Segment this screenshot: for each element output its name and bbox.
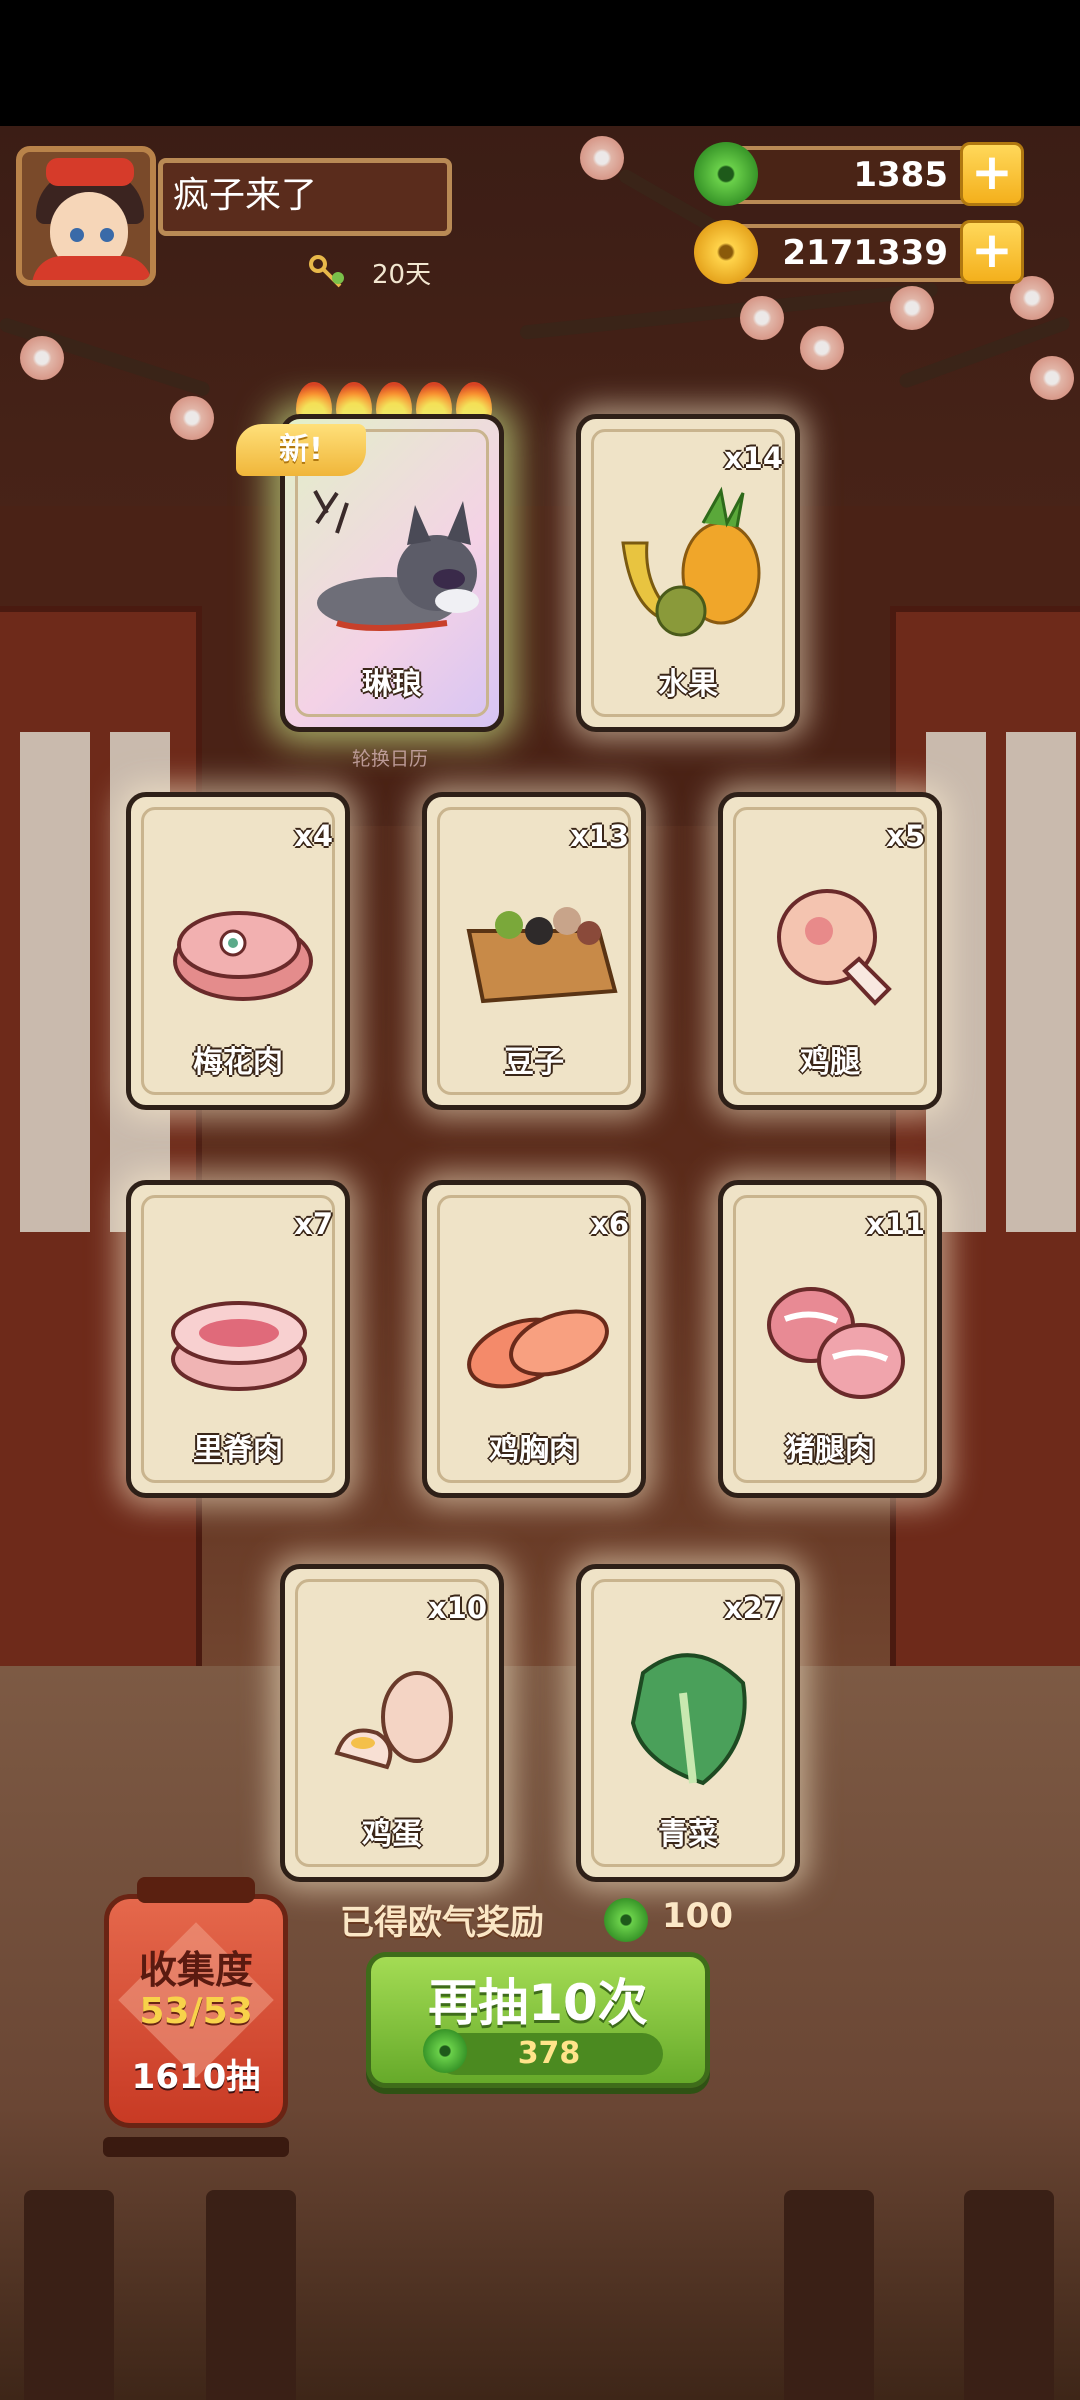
draw-cost: 378 [435, 2033, 663, 2075]
pork-shoulder-icon [173, 911, 313, 1001]
drumstick-icon [777, 889, 892, 1006]
card-chicken-breast[interactable]: x6 鸡胸肉 [422, 1180, 646, 1498]
card-count: x27 [723, 1591, 783, 1625]
gold-coin-icon [694, 220, 758, 284]
card-count: x13 [569, 819, 629, 853]
reward-label: 已得欧气奖励 [340, 1903, 544, 1943]
pork-leg-icon [767, 1287, 905, 1399]
card-name: 琳琅 [362, 667, 422, 702]
card-name: 梅花肉 [193, 1045, 283, 1080]
key-icon [309, 255, 344, 288]
card-drumstick[interactable]: x5 鸡腿 [718, 792, 942, 1110]
card-count: x7 [294, 1207, 333, 1241]
card-name: 豆子 [504, 1045, 564, 1080]
jade-coin-icon [423, 2029, 467, 2073]
card-plum-pork[interactable]: x4 梅花肉 [126, 792, 350, 1110]
avatar[interactable] [16, 146, 156, 286]
card-count: x4 [294, 819, 333, 853]
jade-coin-icon [604, 1898, 648, 1942]
reward-value: 100 [662, 1896, 733, 1936]
collection-lantern[interactable]: 收集度 53/53 1610抽 [103, 1877, 289, 2157]
card-greens[interactable]: x27 青菜 [576, 1564, 800, 1882]
status-bar [0, 0, 1080, 126]
draw-again-button[interactable]: 再抽10次 378 [366, 1952, 710, 2088]
card-name: 鸡胸肉 [489, 1433, 579, 1468]
card-count: x11 [865, 1207, 925, 1241]
card-name: 猪腿肉 [785, 1433, 875, 1468]
card-name: 青菜 [658, 1817, 718, 1852]
card-name: 鸡蛋 [362, 1817, 422, 1852]
card-count: x14 [723, 441, 783, 475]
chicken-breast-icon [467, 1309, 609, 1389]
swap-calendar-label: 轮换日历 [351, 748, 428, 770]
beans-box-icon [466, 907, 618, 1004]
add-jade-button[interactable]: + [960, 142, 1024, 206]
collection-progress: 53/53 [139, 1991, 253, 2032]
egg-icon [334, 1671, 453, 1770]
collection-label: 收集度 [138, 1948, 253, 1992]
card-name: 里脊肉 [193, 1433, 283, 1468]
card-count: x6 [590, 1207, 629, 1241]
days-count: 20天 [372, 260, 432, 290]
add-gold-button[interactable]: + [960, 220, 1024, 284]
greens-icon [630, 1653, 747, 1786]
new-badge: 新! [236, 424, 366, 476]
card-name: 鸡腿 [800, 1045, 860, 1080]
card-pork-leg[interactable]: x11 猪腿肉 [718, 1180, 942, 1498]
jade-coin-icon [694, 142, 758, 206]
fruit-icon [621, 486, 761, 637]
wolf-illustration [313, 490, 479, 631]
card-fruit[interactable]: x14 水果 [576, 414, 800, 732]
card-name: 水果 [658, 667, 718, 702]
card-count: x10 [427, 1591, 487, 1625]
card-egg[interactable]: x10 鸡蛋 [280, 1564, 504, 1882]
draw-button-label: 再抽10次 [428, 1974, 648, 2032]
tenderloin-icon [171, 1301, 307, 1391]
player-name: 疯子来了 [158, 158, 452, 236]
card-beans[interactable]: x13 豆子 [422, 792, 646, 1110]
card-count: x5 [886, 819, 925, 853]
draw-count: 1610抽 [131, 2057, 261, 2097]
card-tenderloin[interactable]: x7 里脊肉 [126, 1180, 350, 1498]
